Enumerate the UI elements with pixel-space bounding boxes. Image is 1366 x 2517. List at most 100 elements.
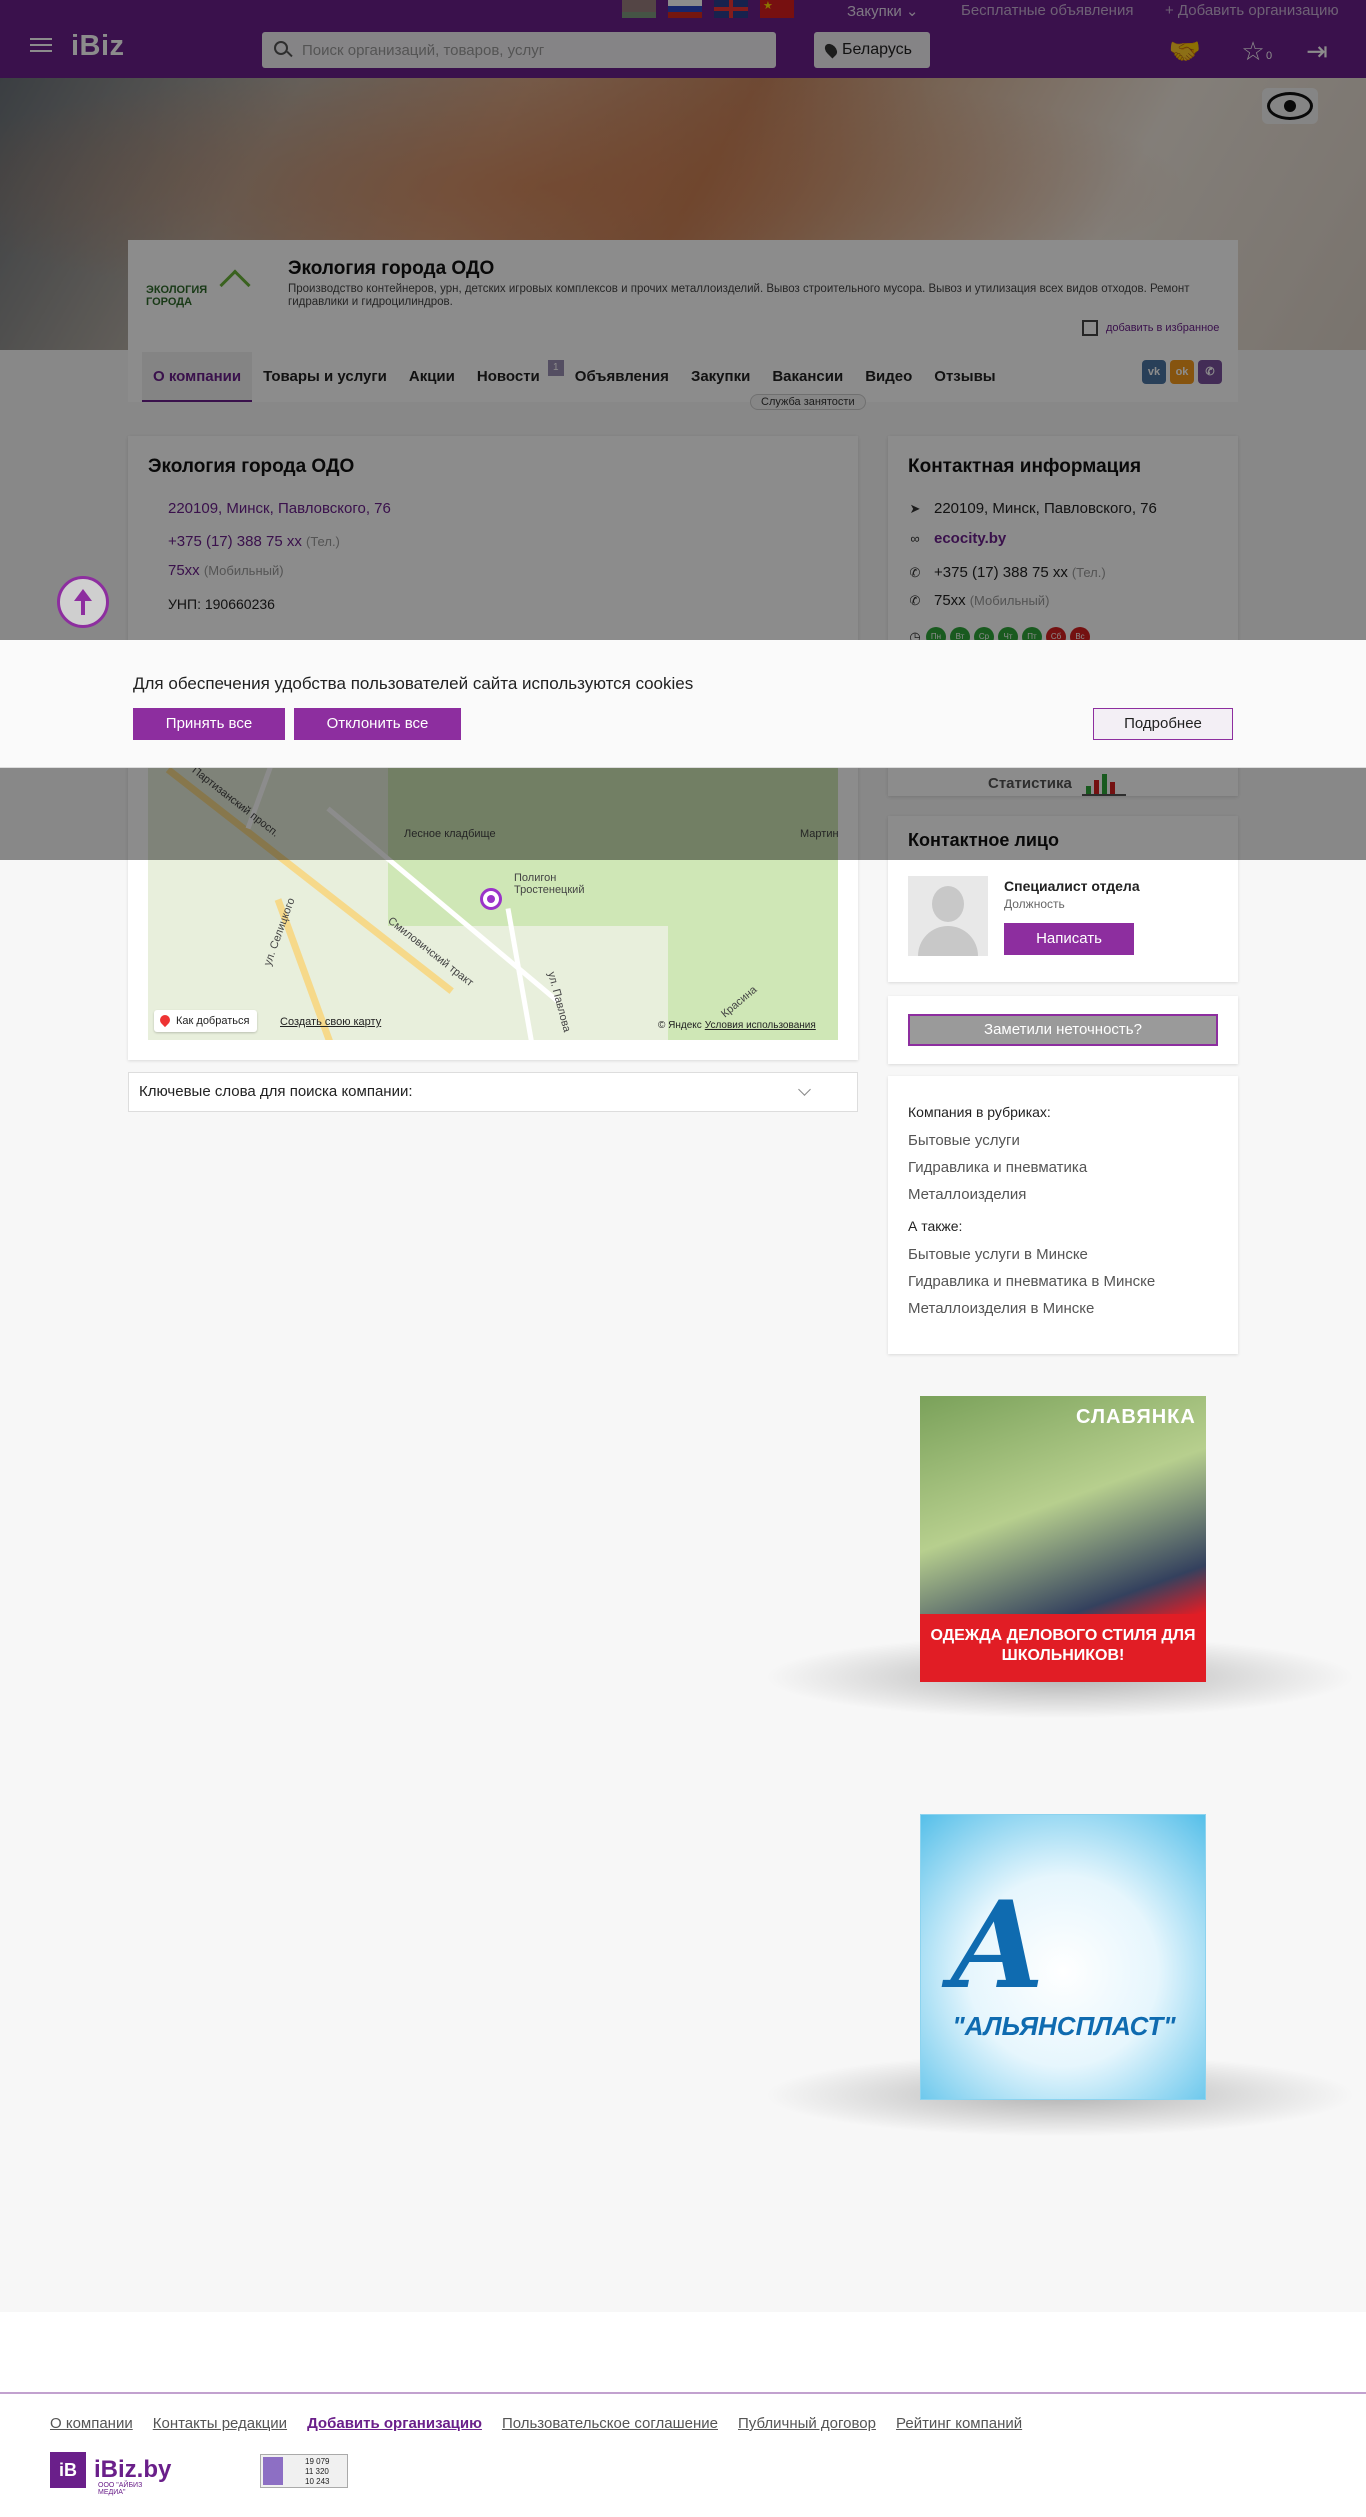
flag-zh-icon[interactable] [760,0,794,18]
footer-link-contacts[interactable]: Контакты редакции [153,2415,287,2432]
company-mobile[interactable]: 75xx (Мобильный) [168,562,284,579]
map-copyright-text: © Яндекс [658,1020,702,1031]
login-icon[interactable]: ⇥ [1300,34,1334,68]
ad-banner-alliansplast[interactable]: A "АЛЬЯНСПЛАСТ" [920,1814,1206,2100]
search-box [262,32,776,68]
contact-person-panel: Контактное лицо Специалист отдела Должно… [888,816,1238,982]
scroll-up-arrow-icon[interactable] [57,576,109,628]
favorites-star-icon[interactable]: ☆ [1236,34,1270,68]
map-forest-area [668,766,838,1040]
more-info-button[interactable]: Подробнее [1093,708,1233,740]
site-logo[interactable]: iBiz [71,30,125,63]
map-street-label: ул. Павлова [545,970,573,1034]
keywords-label: Ключевые слова для поиска компании: [139,1083,413,1100]
contact-phone-type: (Тел.) [1071,565,1106,580]
footer-logo[interactable]: iB iBiz.by ООО "АЙБИЗ МЕДИА" [50,2452,171,2496]
contact-phone-number: +375 (17) 388 75 xx [934,564,1068,581]
add-organization-link[interactable]: + Добавить организацию [1165,2,1339,19]
favorite-checkbox[interactable] [1082,320,1098,336]
map-place-label: Лесное кладбище [404,828,496,840]
vk-icon[interactable]: vk [1142,360,1166,384]
ad-banner-slavyanka[interactable]: СЛАВЯНКА ОДЕЖДА ДЕЛОВОГО СТИЛЯ ДЛЯ ШКОЛЬ… [920,1396,1206,1682]
phone-icon: ✆ [909,592,921,608]
search-input[interactable] [302,32,762,68]
contact-mobile[interactable]: ✆ 75xx (Мобильный) [908,592,1050,609]
phone-icon: ✆ [909,564,921,580]
contact-phone[interactable]: ✆ +375 (17) 388 75 xx (Тел.) [908,564,1106,581]
tab-news[interactable]: Новости 1 [466,352,564,402]
counter-value: 19 079 [305,2457,330,2466]
tab-purchases[interactable]: Закупки [680,352,761,402]
also-title: А также: [908,1218,963,1234]
favorites-count: 0 [1266,50,1273,62]
tab-reviews[interactable]: Отзывы [923,352,1006,402]
footer-link-rating[interactable]: Рейтинг компаний [896,2415,1022,2432]
contact-person-title: Контактное лицо [908,830,1059,850]
statistics-link[interactable]: Статистика [988,770,1126,796]
region-selector[interactable]: Беларусь [814,32,930,68]
map-route-button[interactable]: Как добраться [154,1010,258,1032]
odnoklassniki-icon[interactable]: ok [1170,360,1194,384]
reject-all-button[interactable]: Отклонить все [294,708,461,740]
search-icon[interactable] [274,41,288,55]
tab-products[interactable]: Товары и услуги [252,352,398,402]
visit-counter[interactable]: 19 079 11 320 10 243 [260,2454,348,2488]
viber-icon[interactable]: ✆ [1198,360,1222,384]
cookie-text: Для обеспечения удобства пользователей с… [133,674,694,693]
phone-number: +375 (17) 388 75 xx [168,533,302,550]
rubric-city-link[interactable]: Металлоизделия в Минске [908,1300,1094,1317]
chevron-down-icon: ⌄ [905,3,919,20]
avatar [908,876,988,956]
report-inaccuracy-button[interactable]: Заметили неточность? [908,1014,1218,1046]
footer-link-about[interactable]: О компании [50,2415,133,2432]
company-map[interactable]: Партизанский просп. Лесное кладбище Поли… [148,766,838,1040]
accept-all-button[interactable]: Принять все [133,708,285,740]
bar-chart-icon [1081,770,1126,796]
company-header-card: ЭКОЛОГИЯ ГОРОДА Экология города ОДО Прои… [128,240,1238,352]
company-info-title: Экология города ОДО [148,456,355,477]
visually-impaired-eye-icon[interactable] [1262,88,1318,124]
news-count-badge: 1 [547,360,564,376]
tab-promotions[interactable]: Акции [398,352,466,402]
rubric-city-link[interactable]: Гидравлика и пневматика в Минске [908,1273,1155,1290]
menu-icon[interactable] [30,38,52,52]
handshake-icon[interactable]: 🤝 [1168,34,1202,68]
flag-en-icon[interactable] [714,0,748,18]
report-panel: Заметили неточность? [888,996,1238,1064]
free-ads-link[interactable]: Бесплатные объявления [961,2,1133,19]
purchases-dropdown[interactable]: Закупки ⌄ [847,2,918,20]
rubric-city-link[interactable]: Бытовые услуги в Минске [908,1246,1088,1263]
footer-link-contract[interactable]: Публичный договор [738,2415,876,2432]
flag-by-icon[interactable] [622,0,656,18]
rubric-link[interactable]: Бытовые услуги [908,1132,1020,1149]
rubric-link[interactable]: Гидравлика и пневматика [908,1159,1087,1176]
map-terms-link[interactable]: Условия использования [705,1020,816,1031]
tab-about[interactable]: О компании [142,352,253,402]
keywords-accordion[interactable]: Ключевые слова для поиска компании: [128,1072,858,1112]
tab-video[interactable]: Видео [854,352,923,402]
flag-ru-icon[interactable] [668,0,702,18]
footer-logo-sub: ООО "АЙБИЗ МЕДИА" [98,2482,143,2496]
tab-news-label: Новости [476,368,540,385]
contact-address-text: 220109, Минск, Павловского, 76 [934,500,1157,517]
alliansplast-logo-icon: A [951,1875,1045,2016]
employment-service-badge[interactable]: Служба занятости [750,394,866,410]
tab-ads[interactable]: Объявления [564,352,680,402]
contact-mobile-number: 75xx [934,592,966,609]
company-address[interactable]: 220109, Минск, Павловского, 76 [168,500,391,517]
add-to-favorites[interactable]: добавить в избранное [1082,320,1219,336]
add-to-favorites-label: добавить в избранное [1106,322,1220,334]
website-link[interactable]: ecocity.by [934,530,1006,547]
social-share: vk ok ✆ [1142,360,1222,384]
footer-link-add-org[interactable]: Добавить организацию [307,2415,482,2432]
contact-info-title: Контактная информация [908,456,1142,477]
map-create-link[interactable]: Создать свою карту [280,1016,381,1028]
map-location-marker[interactable] [480,888,502,910]
mobile-number: 75xx [168,562,200,579]
rubric-link[interactable]: Металлоизделия [908,1186,1026,1203]
phone-type: (Тел.) [306,534,340,549]
footer-link-agreement[interactable]: Пользовательское соглашение [502,2415,718,2432]
counter-value: 10 243 [305,2477,330,2486]
company-phone[interactable]: +375 (17) 388 75 xx (Тел.) [168,533,340,550]
write-message-button[interactable]: Написать [1004,923,1134,955]
